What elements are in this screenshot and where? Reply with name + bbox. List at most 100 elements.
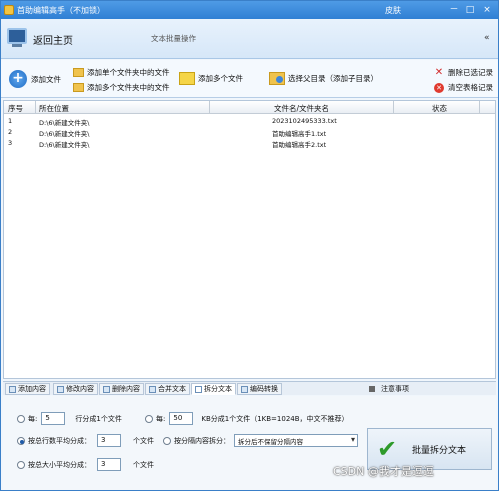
encoding-icon [241,385,248,393]
file-table[interactable]: 序号 所在位置 文件名/文件夹名 状态 1 D:\6\新建文件夹\ 202310… [3,100,496,379]
back-home-button[interactable]: 返回主页 [33,32,73,47]
column-header-status[interactable]: 状态 [432,103,447,114]
tab-encoding-convert[interactable]: 编码转换 [237,383,282,395]
option-label: 每: [28,414,38,423]
batch-split-label: 批量拆分文本 [412,445,467,456]
window-title: 首助编辑高手（不加锁） [17,5,105,15]
tab-delete-content[interactable]: 删除内容 [99,383,144,395]
column-divider[interactable] [479,101,480,114]
choose-parent-dir-label: 选择父目录（添加子目录） [288,74,378,83]
kb-per-file-input[interactable]: 50 [169,412,194,425]
notice-button[interactable]: 注意事项 [369,384,409,394]
tab-label: 添加内容 [18,385,46,393]
total-size-parts-input[interactable]: 3 [97,458,121,471]
row-filename: 2023102495333.txt [272,117,337,125]
option-label: 按总大小平均分成： [28,460,91,469]
split-by-total-lines-option[interactable]: 按总行数平均分成： 3 个文件 [17,434,154,447]
column-divider[interactable] [35,101,36,114]
skin-button[interactable]: 皮肤 [385,5,401,16]
add-single-folder-button[interactable]: 添加单个文件夹中的文件 [73,67,170,78]
add-multi-folders-label: 添加多个文件夹中的文件 [87,83,170,92]
app-window: 首助编辑高手（不加锁） 皮肤 － □ × 返回主页 文本批量操作 « + 添加文… [0,0,499,491]
maximize-button[interactable]: □ [462,3,478,17]
column-header-location[interactable]: 所在位置 [39,103,69,114]
row-index: 2 [8,128,13,136]
tab-label: 拆分文本 [204,385,232,393]
folder-search-icon [269,72,285,85]
add-multi-files-label: 添加多个文件 [198,74,243,83]
add-multi-files-button[interactable]: 添加多个文件 [179,72,243,85]
split-by-kb-option[interactable]: 每: 50 KB分成1个文件（1KB=1024B，中文不推荐） [145,412,349,425]
table-row[interactable]: 2 D:\6\新建文件夹\ 首助编辑高手1.txt [4,127,495,138]
column-divider[interactable] [209,101,210,114]
watermark: CSDN @我才是逗逗 [333,465,434,478]
split-by-total-size-radio[interactable] [17,460,25,469]
option-label: 行分成1个文件 [75,414,122,423]
plus-icon: + [9,70,27,88]
split-by-lines-option[interactable]: 每: 5 行分成1个文件 [17,412,122,425]
option-label: 每: [156,414,166,423]
delete-icon: ✕ [434,66,444,78]
option-label: 按分隔内容拆分： [174,436,230,445]
split-icon [195,385,202,393]
tab-modify-content[interactable]: 修改内容 [53,383,98,395]
option-label: 按总行数平均分成： [28,436,91,445]
function-tabs: 添加内容 修改内容 删除内容 合并文本 拆分文本 编码转换 注意事项 [3,381,496,395]
tab-split-text[interactable]: 拆分文本 [191,383,236,395]
split-by-separator-option[interactable]: 按分隔内容拆分： 拆分后不保留分隔内容 [163,434,358,447]
split-by-separator-radio[interactable] [163,436,171,445]
add-file-label: 添加文件 [31,74,61,84]
split-by-total-size-option[interactable]: 按总大小平均分成： 3 个文件 [17,458,154,471]
lines-per-file-input[interactable]: 5 [41,412,66,425]
column-header-index[interactable]: 序号 [8,103,23,114]
split-by-lines-radio[interactable] [17,414,25,423]
collapse-button[interactable]: « [484,33,490,43]
minimize-button[interactable]: － [446,3,462,17]
speaker-icon [369,386,375,392]
folders-icon [73,83,84,92]
tab-label: 合并文本 [158,385,186,393]
notice-label: 注意事项 [381,385,409,393]
split-by-kb-radio[interactable] [145,414,153,423]
monitor-icon[interactable] [7,28,27,47]
tab-merge-text[interactable]: 合并文本 [145,383,190,395]
close-button[interactable]: × [479,3,495,17]
header-bar: 返回主页 文本批量操作 « [1,19,498,59]
option-label: KB分成1个文件（1KB=1024B，中文不推荐） [201,414,349,423]
edit-icon [57,385,64,393]
tab-add-content[interactable]: 添加内容 [5,383,50,395]
clear-icon: ✕ [434,82,444,93]
tab-label: 编码转换 [250,385,278,393]
row-location: D:\6\新建文件夹\ [39,141,90,149]
delete-selected-button[interactable]: ✕ 删除已选记录 [434,67,493,78]
checkmark-icon: ✔ [376,435,398,463]
merge-icon [149,385,156,393]
toolbar: + 添加文件 添加单个文件夹中的文件 添加多个文件夹中的文件 添加多个文件 选择… [1,60,498,98]
folder-icon [73,68,84,77]
delete-selected-label: 删除已选记录 [448,68,493,77]
column-divider[interactable] [393,101,394,114]
row-index: 1 [8,117,13,125]
row-index: 3 [8,139,13,147]
clear-table-button[interactable]: ✕ 清空表格记录 [434,82,493,93]
add-content-icon [9,385,16,393]
column-header-filename[interactable]: 文件名/文件夹名 [274,103,329,114]
table-row[interactable]: 3 D:\6\新建文件夹\ 首助编辑高手2.txt [4,138,495,149]
choose-parent-dir-button[interactable]: 选择父目录（添加子目录） [269,72,378,85]
add-file-button[interactable]: + 添加文件 [9,70,61,88]
app-logo-icon [4,5,14,15]
option-label: 个文件 [133,436,154,445]
tab-label: 修改内容 [66,385,94,393]
split-by-total-lines-radio[interactable] [17,436,25,445]
add-multi-folders-button[interactable]: 添加多个文件夹中的文件 [73,82,170,93]
row-filename: 首助编辑高手1.txt [272,130,327,138]
row-location: D:\6\新建文件夹\ [39,130,90,138]
row-location: D:\6\新建文件夹\ [39,119,90,127]
option-label: 个文件 [133,460,154,469]
table-row[interactable]: 1 D:\6\新建文件夹\ 2023102495333.txt [4,116,495,127]
delete-icon [103,385,110,393]
total-lines-parts-input[interactable]: 3 [97,434,121,447]
separator-mode-select[interactable]: 拆分后不保留分隔内容 [234,434,358,447]
add-single-folder-label: 添加单个文件夹中的文件 [87,68,170,77]
table-header: 序号 所在位置 文件名/文件夹名 状态 [4,101,495,114]
